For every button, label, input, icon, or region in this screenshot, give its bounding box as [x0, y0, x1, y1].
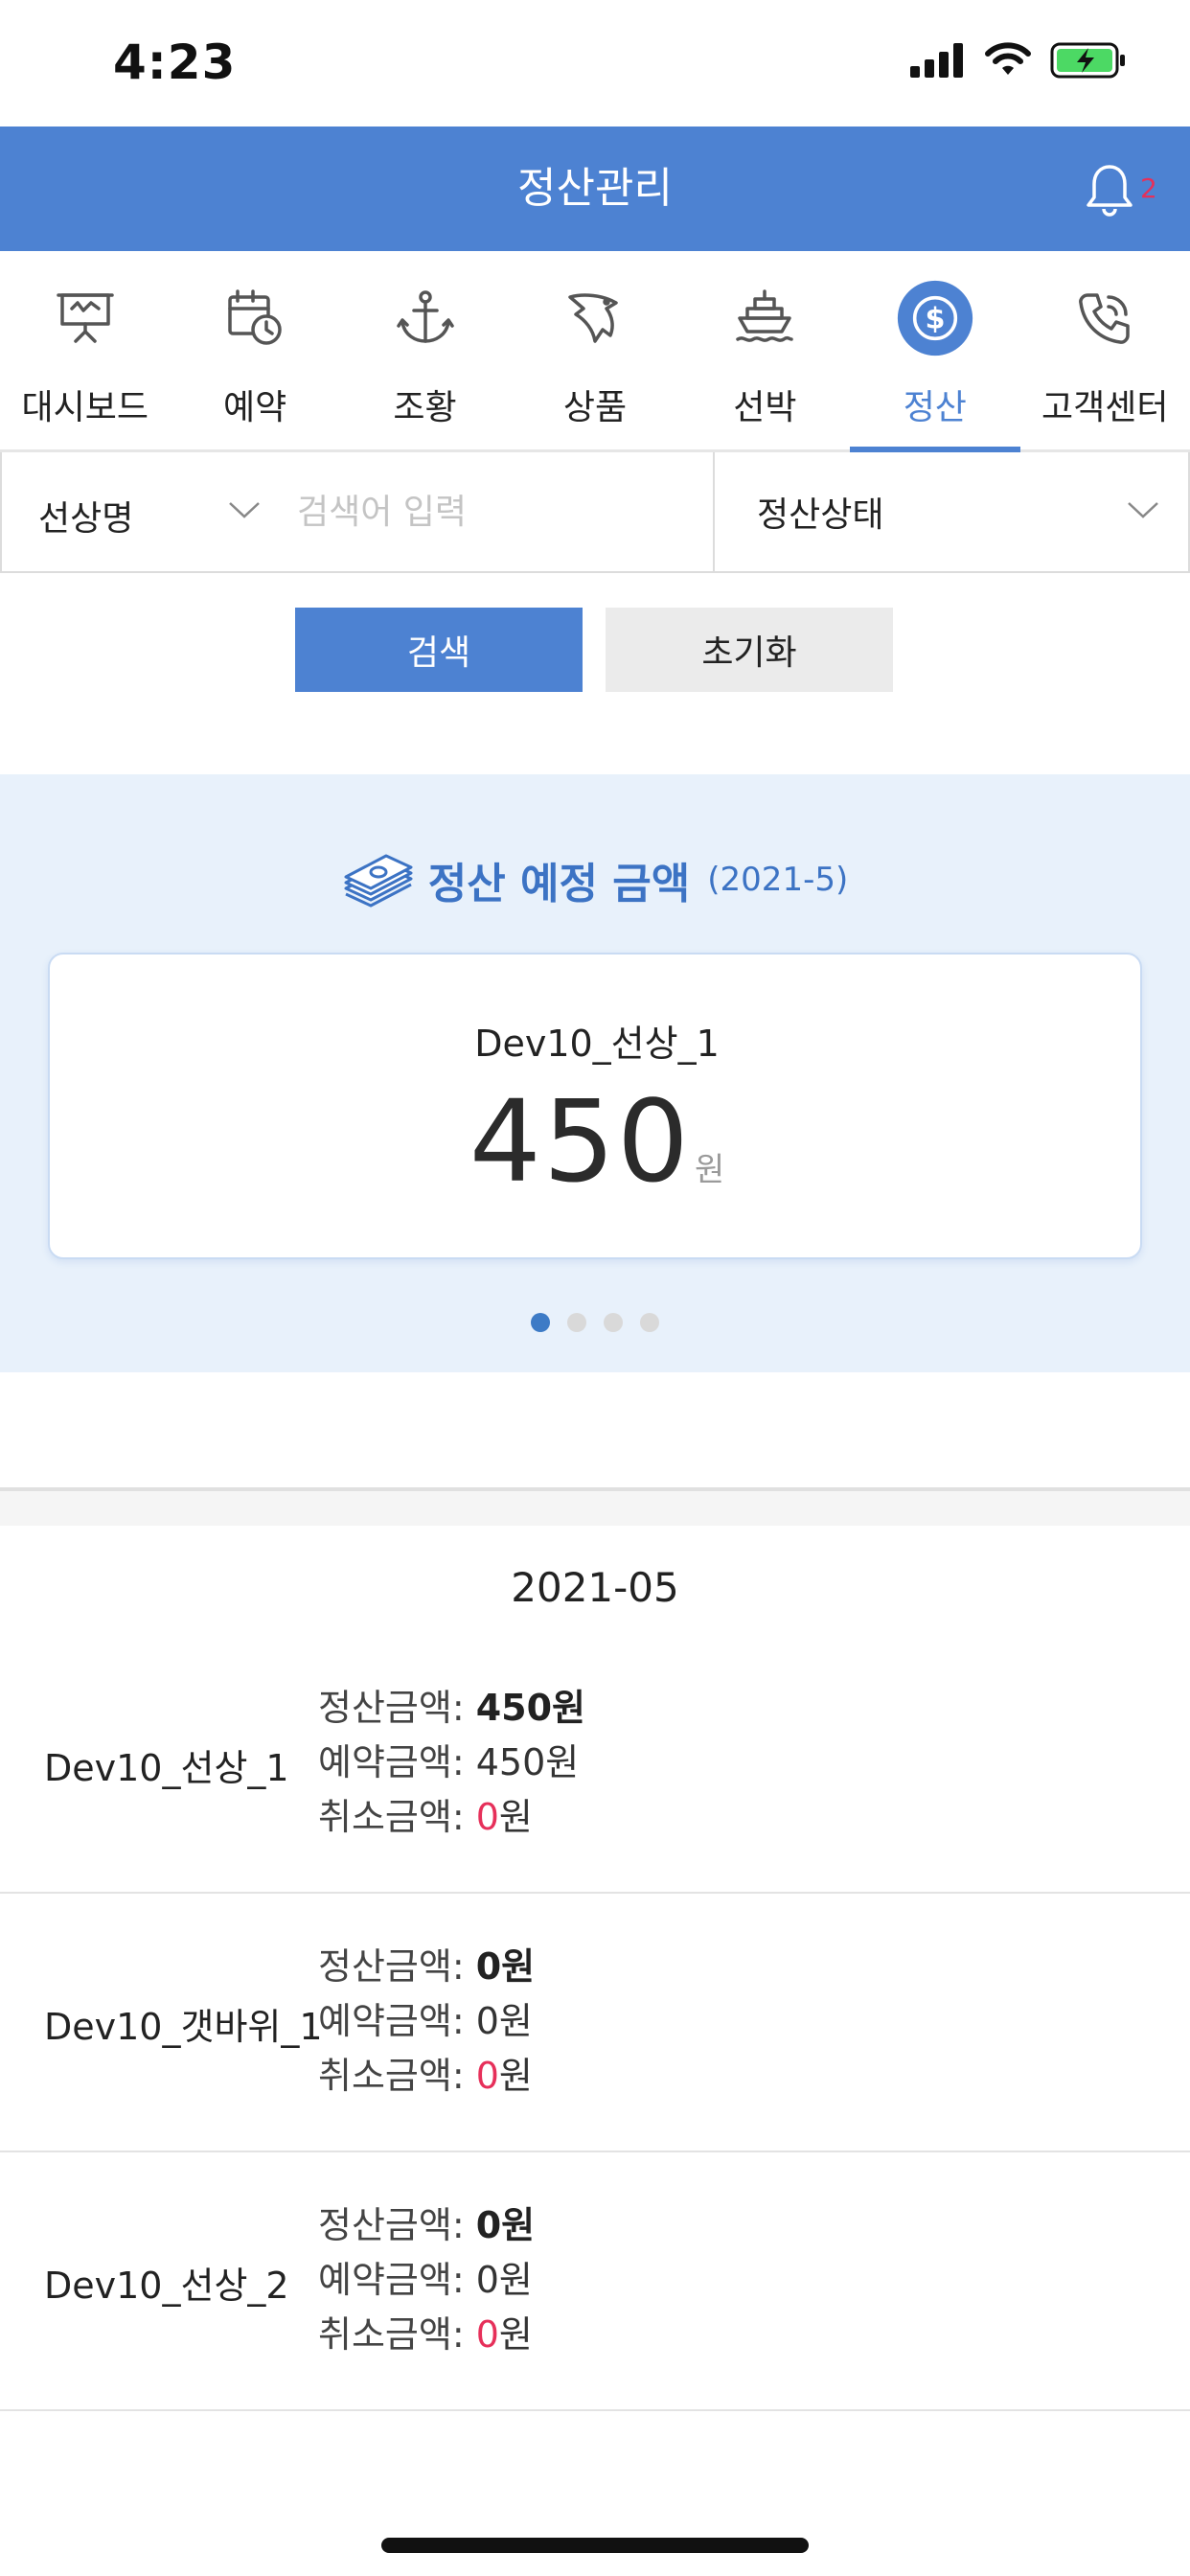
search-type-label: 선상명: [38, 499, 134, 539]
tab-label: 정산: [903, 388, 967, 427]
carousel-dot[interactable]: [640, 1313, 659, 1332]
page-title: 정산관리: [517, 164, 673, 213]
tab-label: 예약: [223, 388, 287, 427]
cancel-amount: 0: [475, 2313, 499, 2356]
chevron-down-icon: [229, 502, 260, 518]
presentation-board-icon: [47, 280, 124, 356]
month-header: 2021-05: [511, 1564, 679, 1611]
tab-customer-center[interactable]: 고객센터: [1020, 251, 1190, 449]
settle-label: 정산금액:: [318, 1945, 476, 1988]
vendor-name: Dev10_선상_2: [44, 2264, 289, 2307]
reserve-amount: 0원: [475, 2000, 533, 2042]
section-divider: [0, 1487, 1190, 1526]
settle-amount: 0원: [475, 1945, 536, 1988]
tab-nav: 대시보드 예약 조황 상품 선박 $ 정산 고객센터: [0, 251, 1190, 452]
bell-icon: [1087, 165, 1133, 217]
card-amount-value: 450: [469, 1075, 691, 1208]
settle-amount: 450원: [475, 1687, 586, 1729]
fish-icon: [557, 280, 633, 356]
tab-label: 대시보드: [21, 388, 149, 427]
settle-label: 정산금액:: [318, 1687, 476, 1729]
tab-settlement[interactable]: $ 정산: [850, 251, 1020, 452]
cancel-label: 취소금액:: [318, 2055, 476, 2097]
settle-amount: 0원: [475, 2204, 536, 2246]
search-input[interactable]: [280, 452, 713, 571]
card-amount: 450 원: [50, 1075, 1144, 1208]
vendor-name: Dev10_갯바위_1: [44, 2005, 323, 2048]
home-indicator: [381, 2538, 809, 2553]
vendor-name: Dev10_선상_1: [44, 1746, 289, 1789]
settle-label: 정산금액:: [318, 2204, 476, 2246]
carousel-dots: [0, 1313, 1190, 1332]
cancel-unit: 원: [498, 2055, 533, 2097]
carousel-dot[interactable]: [531, 1313, 550, 1332]
svg-text:$: $: [925, 303, 945, 336]
tab-product[interactable]: 상품: [510, 251, 679, 449]
status-bar: 4:23: [0, 0, 1190, 126]
settlement-status-label: 정산상태: [757, 495, 884, 535]
status-time: 4:23: [113, 34, 237, 90]
tab-label: 고객센터: [1041, 388, 1169, 427]
card-amount-unit: 원: [694, 1151, 725, 1189]
carousel-dot[interactable]: [604, 1313, 623, 1332]
summary-period: (2021-5): [707, 861, 849, 899]
notification-badge: 2: [1140, 172, 1157, 204]
calendar-clock-icon: [217, 280, 293, 356]
settlement-status-select[interactable]: 정산상태: [713, 452, 1190, 571]
amount-details: 정산금액: 0원 예약금액: 0원 취소금액: 0원: [318, 1940, 535, 2104]
ship-icon: [726, 280, 803, 356]
notification-button[interactable]: [1081, 161, 1148, 218]
tab-label: 상품: [562, 388, 628, 427]
card-vendor-name: Dev10_선상_1: [474, 1023, 720, 1065]
wifi-icon: [985, 42, 1031, 75]
amount-details: 정산금액: 0원 예약금액: 0원 취소금액: 0원: [318, 2198, 535, 2362]
chevron-down-icon: [1128, 502, 1158, 518]
list-item[interactable]: Dev10_선상_1 정산금액: 450원 예약금액: 450원 취소금액: 0…: [0, 1635, 1190, 1894]
cancel-unit: 원: [498, 1796, 533, 1838]
cancel-label: 취소금액:: [318, 2313, 476, 2356]
filter-row: 선상명 정산상태: [0, 452, 1190, 573]
anchor-icon: [387, 280, 464, 356]
cancel-amount: 0: [475, 2055, 499, 2097]
reserve-label: 예약금액:: [318, 1741, 476, 1783]
reserve-amount: 450원: [475, 1741, 580, 1783]
cancel-unit: 원: [498, 2313, 533, 2356]
list-item[interactable]: Dev10_선상_2 정산금액: 0원 예약금액: 0원 취소금액: 0원: [0, 2152, 1190, 2411]
search-type-select[interactable]: 선상명: [2, 452, 280, 571]
reserve-label: 예약금액:: [318, 2000, 476, 2042]
status-icons: [910, 42, 1127, 79]
tab-ship[interactable]: 선박: [680, 251, 850, 449]
tab-label: 조황: [393, 388, 457, 427]
app-header: 정산관리: [0, 126, 1190, 251]
settlement-summary: 정산 예정 금액 (2021-5) Dev10_선상_1 450 원: [0, 774, 1190, 1372]
search-button[interactable]: 검색: [295, 608, 583, 692]
summary-card[interactable]: Dev10_선상_1 450 원: [48, 953, 1142, 1259]
carousel-dot[interactable]: [567, 1313, 586, 1332]
tab-reservation[interactable]: 예약: [170, 251, 339, 449]
summary-title: 정산 예정 금액 (2021-5): [0, 849, 1190, 910]
money-stack-icon: [344, 854, 413, 908]
cancel-label: 취소금액:: [318, 1796, 476, 1838]
cancel-amount: 0: [475, 1796, 499, 1838]
reserve-label: 예약금액:: [318, 2259, 476, 2301]
summary-title-text: 정산 예정 금액: [427, 860, 691, 908]
tab-label: 선박: [733, 388, 797, 427]
tab-catch-report[interactable]: 조황: [340, 251, 510, 449]
reserve-amount: 0원: [475, 2259, 533, 2301]
list-item[interactable]: Dev10_갯바위_1 정산금액: 0원 예약금액: 0원 취소금액: 0원: [0, 1894, 1190, 2152]
tab-dashboard[interactable]: 대시보드: [0, 251, 170, 449]
phone-icon: [1066, 280, 1143, 356]
amount-details: 정산금액: 450원 예약금액: 450원 취소금액: 0원: [318, 1681, 585, 1845]
battery-charging-icon: [1050, 42, 1125, 79]
signal-icon: [910, 43, 963, 78]
reset-button[interactable]: 초기화: [606, 608, 893, 692]
dollar-circle-icon: $: [897, 280, 973, 356]
